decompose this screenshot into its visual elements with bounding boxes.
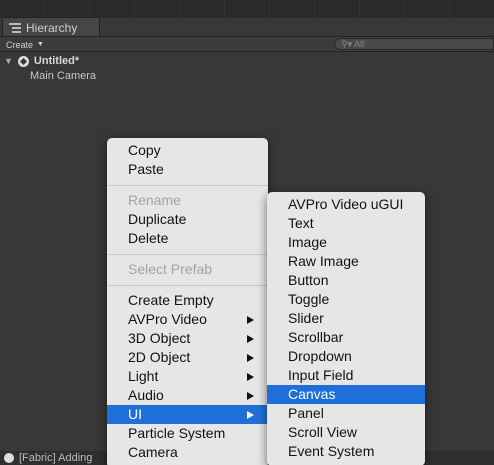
scene-row[interactable]: ▼ Untitled* xyxy=(4,54,79,68)
submenu-arrow-icon xyxy=(247,392,254,400)
menu-item-copy[interactable]: Copy xyxy=(107,141,268,160)
menu-item-label: Text xyxy=(288,215,314,231)
menu-item-label: AVPro Video xyxy=(128,311,207,327)
expand-triangle-icon[interactable]: ▼ xyxy=(4,56,13,66)
menu-item-dropdown[interactable]: Dropdown xyxy=(267,347,425,366)
menu-item-label: Panel xyxy=(288,405,324,421)
menu-item-label: Particle System xyxy=(128,425,226,441)
menu-item-image[interactable]: Image xyxy=(267,233,425,252)
menu-item-label: 2D Object xyxy=(128,349,191,365)
menu-item-duplicate[interactable]: Duplicate xyxy=(107,210,268,229)
menu-item-label: Scrollbar xyxy=(288,329,344,345)
hierarchy-toolbar: Create ▼ ⚲▾ All xyxy=(0,36,494,52)
menu-item-toggle[interactable]: Toggle xyxy=(267,290,425,309)
menu-item-delete[interactable]: Delete xyxy=(107,229,268,248)
menu-item-label: Paste xyxy=(128,161,164,177)
menu-item-audio[interactable]: Audio xyxy=(107,386,268,405)
unity-scene-icon xyxy=(17,55,29,67)
menu-item-slider[interactable]: Slider xyxy=(267,309,425,328)
menu-item-text[interactable]: Text xyxy=(267,214,425,233)
menu-separator xyxy=(107,254,268,255)
tab-hierarchy-label: Hierarchy xyxy=(26,20,78,35)
menu-item-rename: Rename xyxy=(107,191,268,210)
menu-item-label: Raw Image xyxy=(288,253,359,269)
menu-item-avpro-video[interactable]: AVPro Video xyxy=(107,310,268,329)
search-icon: ⚲▾ xyxy=(341,38,353,49)
menu-item-label: UI xyxy=(128,406,142,422)
menu-separator xyxy=(107,185,268,186)
menu-item-scrollbar[interactable]: Scrollbar xyxy=(267,328,425,347)
search-placeholder: All xyxy=(354,39,365,49)
context-menu: Copy Paste Rename Duplicate Delete Select Pre… xyxy=(107,138,268,465)
scene-name: Untitled* xyxy=(33,55,80,67)
submenu-arrow-icon xyxy=(247,373,254,381)
tab-hierarchy[interactable]: Hierarchy xyxy=(2,17,100,37)
menu-item-avpro-video-ugui[interactable]: AVPro Video uGUI xyxy=(267,195,425,214)
menu-item-3d-object[interactable]: 3D Object xyxy=(107,329,268,348)
menu-item-label: AVPro Video uGUI xyxy=(288,196,404,212)
menu-item-label: Light xyxy=(128,368,159,384)
create-button-label: Create xyxy=(6,39,34,50)
menu-item-label: Button xyxy=(288,272,329,288)
hierarchy-list-icon xyxy=(9,22,21,33)
menu-item-label: Input Field xyxy=(288,367,354,383)
menu-item-label: Select Prefab xyxy=(128,261,213,277)
menu-item-input-field[interactable]: Input Field xyxy=(267,366,425,385)
dropdown-caret-icon: ▼ xyxy=(37,41,44,48)
hierarchy-item-main-camera[interactable]: Main Camera xyxy=(30,70,96,82)
menu-item-light[interactable]: Light xyxy=(107,367,268,386)
menu-item-canvas[interactable]: Canvas xyxy=(267,385,425,404)
ui-submenu: AVPro Video uGUI Text Image Raw Image Button… xyxy=(267,192,425,465)
menu-item-label: Audio xyxy=(128,387,164,403)
menu-item-camera[interactable]: Camera xyxy=(107,443,268,462)
menu-item-panel[interactable]: Panel xyxy=(267,404,425,423)
create-button[interactable]: Create ▼ xyxy=(6,38,44,51)
console-message-icon xyxy=(4,453,14,463)
menu-item-event-system[interactable]: Event System xyxy=(267,442,425,461)
editor-top-strip xyxy=(0,0,494,18)
menu-separator xyxy=(107,285,268,286)
status-text: [Fabric] Adding xyxy=(19,452,93,464)
menu-item-label: Slider xyxy=(288,310,324,326)
menu-item-label: 3D Object xyxy=(128,330,191,346)
submenu-arrow-icon xyxy=(247,354,254,362)
menu-item-button[interactable]: Button xyxy=(267,271,425,290)
menu-item-label: Rename xyxy=(128,192,181,208)
menu-item-create-empty[interactable]: Create Empty xyxy=(107,291,268,310)
menu-item-2d-object[interactable]: 2D Object xyxy=(107,348,268,367)
menu-item-label: Event System xyxy=(288,443,375,459)
menu-item-paste[interactable]: Paste xyxy=(107,160,268,179)
menu-item-label: Copy xyxy=(128,142,161,158)
menu-item-label: Image xyxy=(288,234,327,250)
menu-item-scroll-view[interactable]: Scroll View xyxy=(267,423,425,442)
menu-item-label: Canvas xyxy=(288,386,336,402)
menu-item-select-prefab: Select Prefab xyxy=(107,260,268,279)
submenu-arrow-icon xyxy=(247,316,254,324)
menu-item-label: Dropdown xyxy=(288,348,352,364)
menu-item-label: Create Empty xyxy=(128,292,214,308)
menu-item-label: Delete xyxy=(128,230,169,246)
menu-item-ui[interactable]: UI xyxy=(107,405,268,424)
menu-item-label: Camera xyxy=(128,444,178,460)
menu-item-label: Duplicate xyxy=(128,211,187,227)
submenu-arrow-icon xyxy=(247,335,254,343)
menu-item-label: Scroll View xyxy=(288,424,357,440)
menu-item-particle-system[interactable]: Particle System xyxy=(107,424,268,443)
menu-item-raw-image[interactable]: Raw Image xyxy=(267,252,425,271)
search-input[interactable]: ⚲▾ All xyxy=(334,38,494,50)
submenu-arrow-icon xyxy=(247,411,254,419)
menu-item-label: Toggle xyxy=(288,291,330,307)
